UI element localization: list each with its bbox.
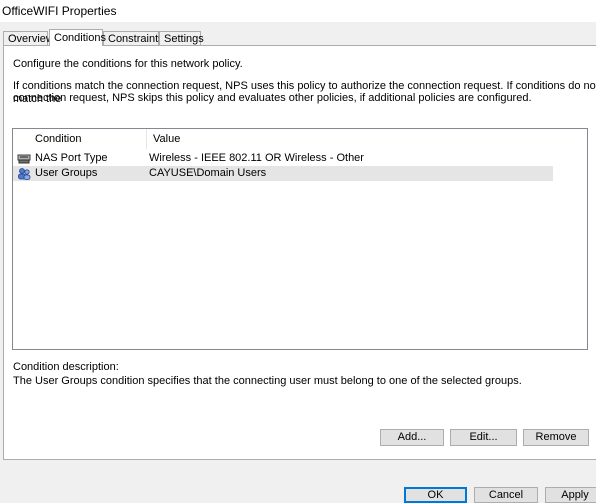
intro-text: Configure the conditions for this networ… [13,58,243,70]
condition-cell: NAS Port Type [35,152,108,164]
user-groups-icon [18,168,31,180]
list-header: Condition Value [13,129,587,149]
tab-settings[interactable]: Settings [159,31,204,45]
title-bar: OfficeWIFI Properties [0,0,596,22]
conditions-list[interactable]: Condition Value NAS Port Type Wireless -… [12,128,588,350]
condition-description-label: Condition description: [13,361,119,373]
nas-port-icon [17,154,31,164]
condition-description-text: The User Groups condition specifies that… [13,375,522,387]
tab-overview[interactable]: Overview [3,31,54,45]
tab-constraints[interactable]: Constraints [103,31,164,45]
ok-button[interactable]: OK [404,487,467,503]
tab-conditions[interactable]: Conditions [49,29,106,46]
add-button[interactable]: Add... [380,429,444,446]
apply-button[interactable]: Apply [545,487,596,503]
value-cell: Wireless - IEEE 802.11 OR Wireless - Oth… [149,152,364,164]
table-row[interactable]: NAS Port Type Wireless - IEEE 802.11 OR … [13,151,553,166]
conditions-panel: Configure the conditions for this networ… [3,45,596,460]
condition-cell: User Groups [35,167,98,179]
explanation-line-2: connection request, NPS skips this polic… [13,92,532,104]
cancel-button[interactable]: Cancel [474,487,538,503]
value-cell: CAYUSE\Domain Users [149,167,267,179]
column-header-condition[interactable]: Condition [13,129,147,149]
column-header-value[interactable]: Value [147,129,447,149]
window-title: OfficeWIFI Properties [2,4,117,18]
remove-button[interactable]: Remove [523,429,589,446]
edit-button[interactable]: Edit... [450,429,517,446]
table-row[interactable]: User Groups CAYUSE\Domain Users [13,166,553,181]
